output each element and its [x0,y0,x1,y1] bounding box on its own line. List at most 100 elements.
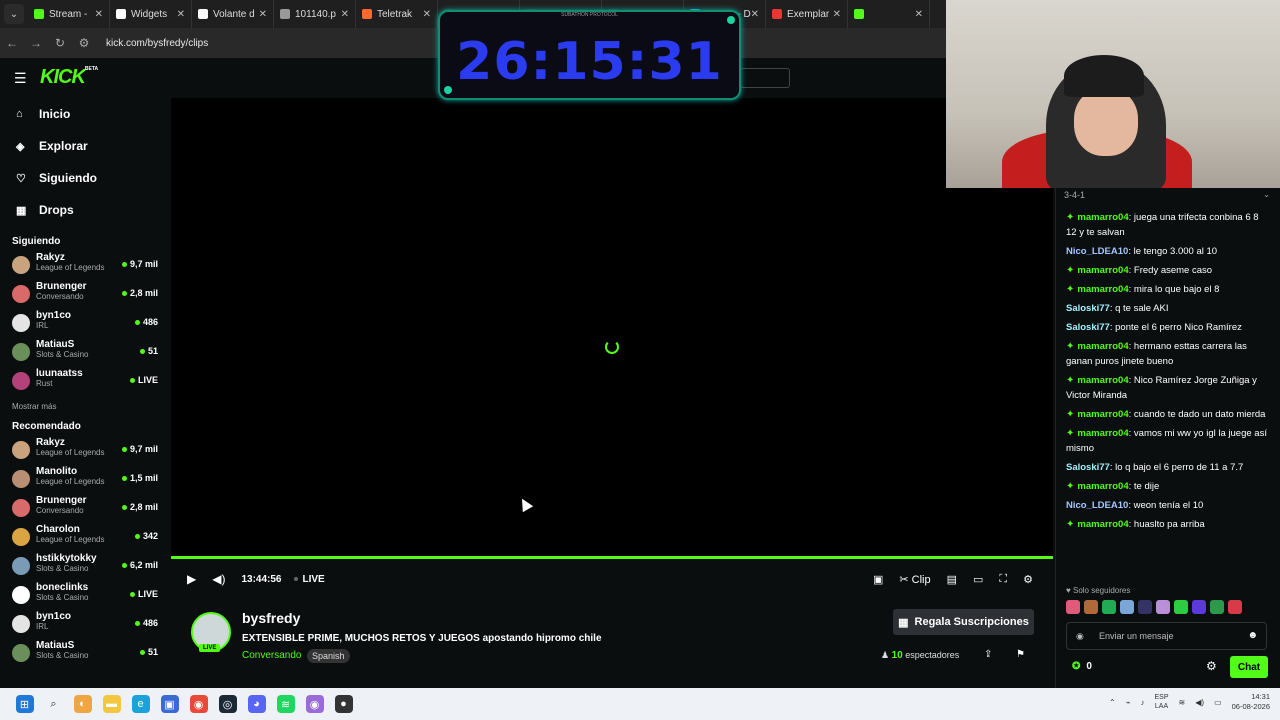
emoji-icon[interactable]: ☻ [1247,630,1258,641]
tab-close-icon[interactable]: ✕ [95,9,103,20]
browser-tab[interactable]: Widgets ✕ [110,0,192,28]
tab-close-icon[interactable]: ✕ [751,9,759,20]
sidebar-nav-item[interactable]: ♡ Siguiendo [0,162,170,194]
chat-username[interactable]: mamarro04 [1077,265,1128,276]
emote-icon[interactable] [1174,600,1188,614]
video-player[interactable] [171,98,1053,556]
chat-username[interactable]: Nico_LDEA10 [1066,246,1128,257]
channel-item[interactable]: luunaatss Rust LIVE [0,367,170,396]
chat-username[interactable]: mamarro04 [1077,341,1128,352]
emote-icon[interactable] [1228,600,1242,614]
chat-username[interactable]: mamarro04 [1077,284,1128,295]
tab-close-icon[interactable]: ✕ [423,9,431,20]
play-icon[interactable]: ▶ [187,572,196,586]
chat-username[interactable]: Saloski77 [1066,303,1110,314]
stream-language-tag[interactable]: Spanish [307,649,350,663]
theater-mode-icon[interactable]: ▭ [973,573,983,586]
chevron-down-icon[interactable]: ⌄ [1263,190,1270,199]
chat-send-button[interactable]: Chat [1230,656,1268,678]
microphone-icon[interactable]: ♪ [1141,698,1145,707]
forward-icon[interactable]: → [24,36,48,50]
edge-icon[interactable]: e [131,695,150,713]
channel-item[interactable]: Charolon League of Legends 342 [0,523,170,552]
chat-pinned-header[interactable]: 3-4-1 ⌄ [1056,188,1280,208]
chat-username[interactable]: mamarro04 [1077,519,1128,530]
wifi-icon[interactable]: ≋ [1179,698,1186,707]
emote-icon[interactable] [1084,600,1098,614]
language-indicator[interactable]: ESP LAA [1155,693,1169,711]
report-icon[interactable]: ⚑ [1016,649,1025,660]
tab-close-icon[interactable]: ✕ [177,9,185,20]
spotify-icon[interactable]: ≋ [276,695,295,713]
tab-close-icon[interactable]: ✕ [341,9,349,20]
channel-item[interactable]: boneclinks Slots & Casino LIVE [0,581,170,610]
browser-tab[interactable]: Exemplar ✕ [766,0,848,28]
mini-player-icon[interactable]: ▣ [873,573,883,586]
channel-item[interactable]: MatiauS Slots & Casino 51 [0,639,170,668]
store-icon[interactable]: ▣ [160,695,179,713]
browser-tab[interactable]: Volante d ✕ [192,0,274,28]
file-explorer-icon[interactable]: ▬ [102,695,121,713]
emote-icon[interactable] [1138,600,1152,614]
chat-username[interactable]: Nico_LDEA10 [1066,500,1128,511]
channel-item[interactable]: Brunenger Conversando 2,8 mil [0,494,170,523]
channel-item[interactable]: Brunenger Conversando 2,8 mil [0,280,170,309]
windows-start-icon[interactable]: ⊞ [15,695,34,713]
gift-subscriptions-button[interactable]: ▦ Regala Suscripciones [893,609,1034,635]
stream-category-link[interactable]: Conversando [242,650,301,661]
discord-icon[interactable]: ◕ [247,695,266,713]
channel-item[interactable]: byn1co IRL 486 [0,309,170,338]
show-more-link[interactable]: Mostrar más [0,402,170,411]
chat-message-input[interactable]: ◉ Enviar un mensaje ☻ [1066,622,1267,650]
browser-tab[interactable]: Teletrak ✕ [356,0,438,28]
tab-close-icon[interactable]: ✕ [259,9,267,20]
share-icon[interactable]: ⇪ [984,649,992,660]
emote-icon[interactable] [1210,600,1224,614]
emote-icon[interactable] [1066,600,1080,614]
browser-tab[interactable]: 101140.p ✕ [274,0,356,28]
chat-username[interactable]: mamarro04 [1077,409,1128,420]
search-icon[interactable]: ⌕ [45,695,63,713]
system-clock[interactable]: 14:31 06-08-2026 [1232,692,1270,712]
copilot-icon[interactable]: ◐ [73,695,92,713]
settings-icon[interactable]: ⚙ [1023,573,1033,586]
obs-icon[interactable]: ● [334,695,353,713]
emote-icon[interactable] [1102,600,1116,614]
tray-chevron-icon[interactable]: ⌃ [1109,698,1116,707]
chat-settings-icon[interactable]: ⚙ [1206,659,1217,673]
volume-icon[interactable]: ◀) [212,572,225,586]
sidebar-nav-item[interactable]: ◈ Explorar [0,130,170,162]
reload-icon[interactable]: ↻ [48,36,72,50]
chat-username[interactable]: mamarro04 [1077,481,1128,492]
volume-tray-icon[interactable]: ◀) [1195,698,1204,707]
url-field[interactable]: kick.com/bysfredy/clips [106,38,208,49]
channel-item[interactable]: Rakyz League of Legends 9,7 mil [0,436,170,465]
back-icon[interactable]: ← [0,36,24,50]
channel-item[interactable]: Manolito League of Legends 1,5 mil [0,465,170,494]
menu-icon[interactable]: ☰ [14,70,27,87]
emote-icon[interactable] [1120,600,1134,614]
chat-username[interactable]: Saloski77 [1066,322,1110,333]
emote-icon[interactable] [1192,600,1206,614]
search-input[interactable] [740,68,790,88]
channel-item[interactable]: Rakyz League of Legends 9,7 mil [0,251,170,280]
clip-button[interactable]: ✂ Clip [899,573,930,586]
sidebar-nav-item[interactable]: ⌂ Inicio [0,98,170,130]
chat-username[interactable]: mamarro04 [1077,375,1128,386]
site-info-icon[interactable]: ⚙ [72,36,96,50]
channel-points[interactable]: ✪ 0 [1072,661,1092,672]
browser-tab[interactable]: Stream - ✕ [28,0,110,28]
steam-icon[interactable]: ◎ [218,695,237,713]
chrome-active-icon[interactable]: ◉ [305,695,324,713]
channel-item[interactable]: MatiauS Slots & Casino 51 [0,338,170,367]
battery-icon[interactable]: ▭ [1214,698,1222,707]
browser-tab[interactable]: ✕ [848,0,930,28]
sidebar-nav-item[interactable]: ▦ Drops [0,194,170,226]
tab-search-icon[interactable]: ⌄ [4,4,24,24]
player-live-indicator[interactable]: LIVE [294,574,325,585]
chat-username[interactable]: mamarro04 [1077,428,1128,439]
captions-icon[interactable]: ▤ [947,573,957,586]
fullscreen-icon[interactable]: ⛶ [999,573,1007,586]
kick-logo[interactable]: KICKBETA [40,66,98,89]
chrome-icon[interactable]: ◉ [189,695,208,713]
